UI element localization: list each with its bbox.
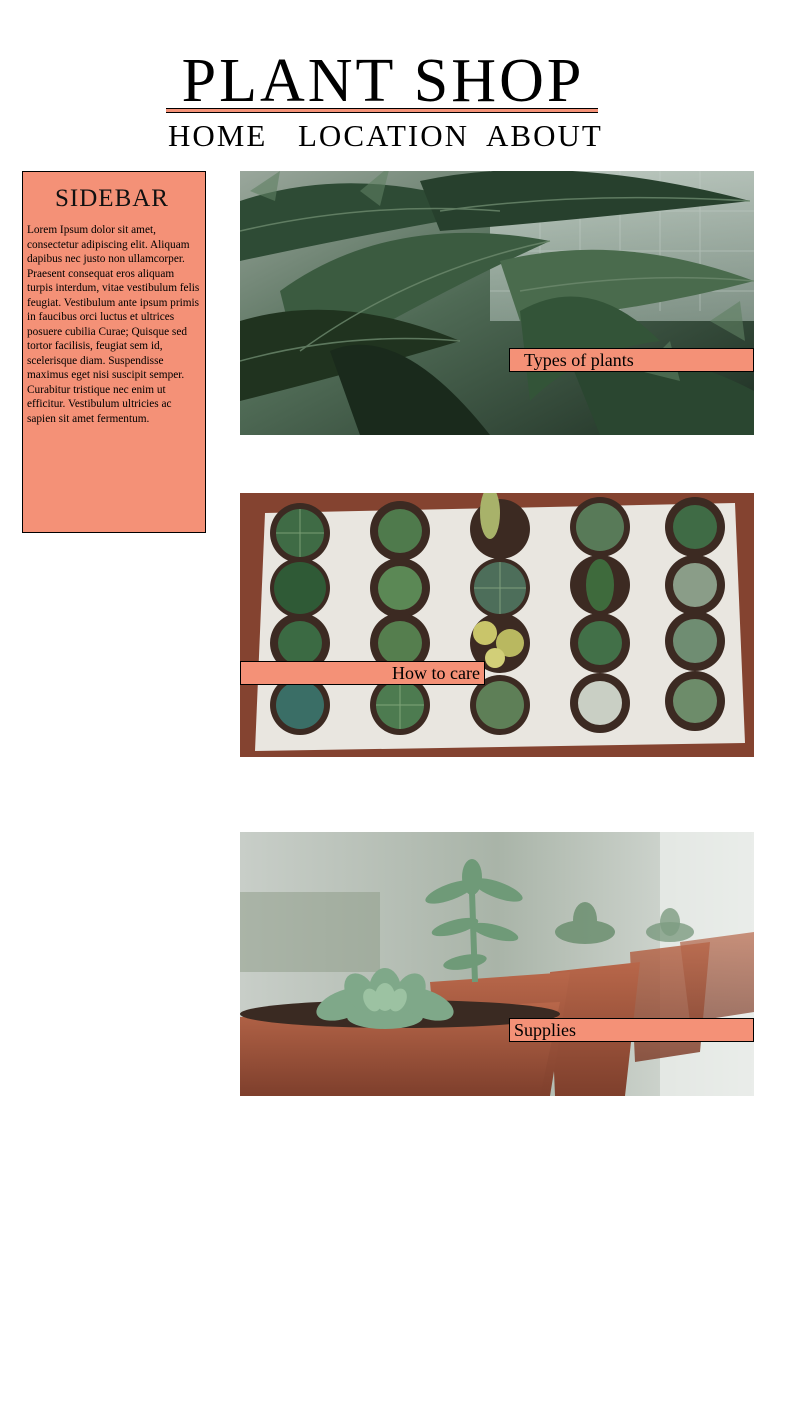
sidebar: SIDEBAR Lorem Ipsum dolor sit amet, cons…	[22, 171, 206, 533]
potted-cacti-image	[240, 493, 754, 757]
tropical-leaves-image	[240, 171, 754, 435]
card-supplies[interactable]: Supplies	[240, 832, 754, 1096]
card-types-of-plants[interactable]: Types of plants	[240, 171, 754, 435]
card-how-to-care[interactable]: How to care	[240, 493, 754, 757]
succulents-image	[240, 832, 754, 1096]
nav-location-link[interactable]: LOCATION	[298, 118, 469, 154]
sidebar-body-text: Lorem Ipsum dolor sit amet, consectetur …	[27, 224, 200, 425]
main-nav: HOME LOCATION ABOUT	[166, 118, 606, 154]
title-underline	[166, 108, 598, 113]
types-of-plants-label[interactable]: Types of plants	[509, 348, 754, 372]
supplies-label[interactable]: Supplies	[509, 1018, 754, 1042]
site-title: PLANT SHOP	[181, 47, 585, 115]
how-to-care-label[interactable]: How to care	[240, 661, 485, 685]
sidebar-heading: SIDEBAR	[55, 185, 169, 212]
nav-home-link[interactable]: HOME	[168, 118, 267, 154]
nav-about-link[interactable]: ABOUT	[486, 118, 603, 154]
